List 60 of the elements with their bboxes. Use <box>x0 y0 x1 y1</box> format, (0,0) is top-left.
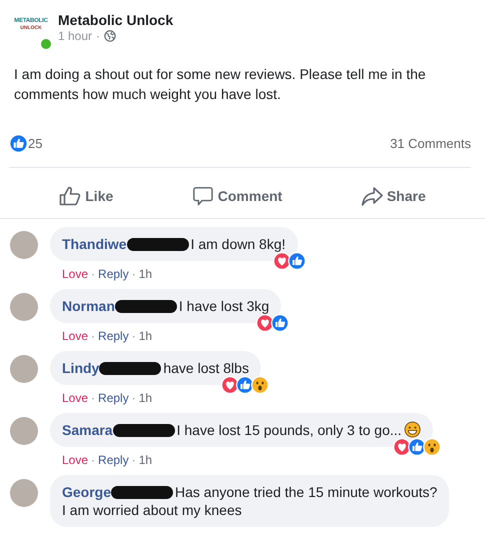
comment-text: Has anyone tried the 15 minute workouts? <box>175 484 438 500</box>
comment-text: I have lost 3kg <box>178 298 270 314</box>
comment-time[interactable]: 1h <box>138 453 152 467</box>
post-time[interactable]: 1 hour <box>58 29 92 43</box>
comment-text: I am down 8kg! <box>190 236 286 252</box>
globe-icon <box>104 30 116 42</box>
separator-dot: · <box>132 391 136 405</box>
like-reaction-icon <box>236 376 254 394</box>
like-reaction-icon <box>408 438 426 456</box>
separator-dot: · <box>132 329 136 343</box>
love-link[interactable]: Love <box>62 329 88 343</box>
reply-link[interactable]: Reply <box>98 267 129 281</box>
separator-dot: · <box>96 29 100 43</box>
reply-link[interactable]: Reply <box>98 329 129 343</box>
commenter-name[interactable]: Norman <box>62 298 115 314</box>
page-name[interactable]: Metabolic Unlock <box>58 12 174 28</box>
separator-dot: · <box>132 267 136 281</box>
avatar[interactable] <box>10 231 38 259</box>
like-button[interactable]: Like <box>53 182 120 210</box>
love-link[interactable]: Love <box>62 453 88 467</box>
avatar[interactable] <box>10 479 38 507</box>
surprised-face-icon <box>422 438 441 456</box>
separator-dot: · <box>91 329 96 343</box>
heart-reaction-icon <box>272 252 290 270</box>
avatar[interactable] <box>10 355 38 383</box>
reply-link[interactable]: Reply <box>98 391 129 405</box>
thumbs-up-icon <box>59 186 82 206</box>
share-arrow-icon <box>360 186 383 206</box>
share-button[interactable]: Share <box>354 182 432 210</box>
like-reaction-icon <box>288 252 306 270</box>
speech-bubble-icon <box>192 186 214 206</box>
love-link[interactable]: Love <box>62 391 88 405</box>
commenter-name[interactable]: Thandiwe <box>62 236 127 252</box>
heart-reaction-icon <box>392 438 411 456</box>
commenter-name[interactable]: George <box>62 484 112 500</box>
commenter-name[interactable]: Lindy <box>62 360 100 376</box>
avatar[interactable] <box>10 417 38 445</box>
comment-count[interactable]: 31 Comments <box>390 136 471 151</box>
separator-dot: · <box>91 391 96 405</box>
surprised-face-icon <box>250 376 269 394</box>
avatar[interactable] <box>10 293 38 321</box>
heart-reaction-icon <box>256 314 274 332</box>
like-reaction-icon <box>271 314 290 332</box>
comment-text: I have lost 15 pounds, only 3 to go... <box>176 422 402 438</box>
comment-time[interactable]: 1h <box>138 329 152 343</box>
love-link[interactable]: Love <box>62 267 88 281</box>
comment-text: have lost 8lbs <box>163 360 249 376</box>
separator-dot: · <box>91 267 96 281</box>
like-reaction-icon <box>9 134 28 153</box>
comment-text: I am worried about my knees <box>62 501 243 519</box>
separator-dot: · <box>91 453 96 467</box>
commenter-name[interactable]: Samara <box>62 422 113 438</box>
reaction-count[interactable]: 25 <box>28 136 42 151</box>
heart-reaction-icon <box>220 376 239 394</box>
separator-dot: · <box>132 453 136 467</box>
comment-button[interactable]: Comment <box>186 182 288 210</box>
comment-time[interactable]: 1h <box>138 391 152 405</box>
reply-link[interactable]: Reply <box>98 453 129 467</box>
post-text: I am doing a shout out for some new reviews. Please tell me in the comments how much weight you have lost. <box>14 65 427 104</box>
comment-time[interactable]: 1h <box>138 267 152 281</box>
